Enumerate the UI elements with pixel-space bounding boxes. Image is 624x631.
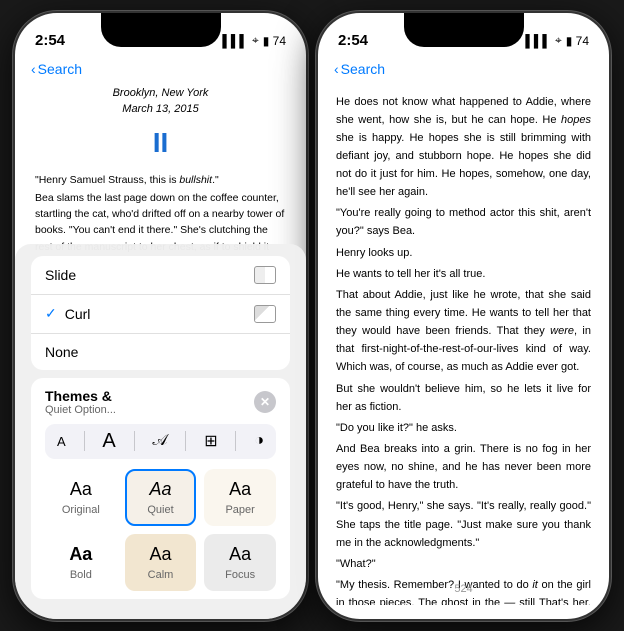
chevron-left-icon-right: ‹ <box>334 61 339 77</box>
wifi-icon-right: ⌖ <box>555 33 562 48</box>
font-size-row: A A 𝒜 ⊞ ◑ <box>45 424 276 459</box>
theme-focus-label: Focus <box>225 569 255 581</box>
status-icons-right: ▌▌▌ ⌖ ▮ 74 <box>525 33 589 48</box>
theme-bold-sample: Aa <box>69 544 92 565</box>
small-a-label[interactable]: A <box>57 434 66 449</box>
themes-header: Themes & Quiet Option... ✕ <box>45 388 276 416</box>
time-left: 2:54 <box>35 32 65 49</box>
back-label-right: Search <box>341 61 385 77</box>
theme-paper-sample: Aa <box>229 479 251 500</box>
checkmark-icon: ✓ <box>45 305 57 322</box>
back-button-left[interactable]: ‹ Search <box>31 61 82 77</box>
animation-options: Slide ✓ Curl None <box>31 256 290 370</box>
notch <box>101 13 221 47</box>
theme-paper[interactable]: Aa Paper <box>204 469 276 526</box>
divider-1 <box>84 431 85 451</box>
font-style-icon[interactable]: 𝒜 <box>152 432 167 450</box>
theme-original-label: Original <box>62 504 100 516</box>
left-phone-inner: 2:54 ▌▌▌ ⌖ ▮ 74 ‹ Search Brooklyn, New Y… <box>15 13 306 619</box>
theme-original[interactable]: Aa Original <box>45 469 117 526</box>
status-icons-left: ▌▌▌ ⌖ ▮ 74 <box>222 33 286 48</box>
theme-calm-label: Calm <box>148 569 174 581</box>
left-phone: 2:54 ▌▌▌ ⌖ ▮ 74 ‹ Search Brooklyn, New Y… <box>13 11 308 621</box>
close-button[interactable]: ✕ <box>254 391 276 413</box>
battery-icon-left: ▮ 74 <box>263 34 286 48</box>
book-chapter: II <box>35 122 286 164</box>
themes-subtitle: Quiet Option... <box>45 404 116 416</box>
slide-option[interactable]: Slide <box>31 256 290 295</box>
app-container: 2:54 ▌▌▌ ⌖ ▮ 74 ‹ Search Brooklyn, New Y… <box>13 11 611 621</box>
layout-icon[interactable]: ⊞ <box>204 431 217 451</box>
reading-content: He does not know what happened to Addie,… <box>318 85 609 605</box>
none-label: None <box>45 344 78 360</box>
book-location: Brooklyn, New York March 13, 2015 <box>35 85 286 118</box>
chevron-left-icon: ‹ <box>31 61 36 77</box>
none-option[interactable]: None <box>31 334 290 370</box>
theme-focus-sample: Aa <box>229 544 251 565</box>
divider-2 <box>134 431 135 451</box>
theme-calm[interactable]: Aa Calm <box>125 534 197 591</box>
theme-focus[interactable]: Aa Focus <box>204 534 276 591</box>
themes-section: Themes & Quiet Option... ✕ A A 𝒜 ⊞ <box>31 378 290 599</box>
theme-quiet-sample: Aa <box>149 479 171 500</box>
notch-right <box>404 13 524 47</box>
right-phone-inner: 2:54 ▌▌▌ ⌖ ▮ 74 ‹ Search He does not kno… <box>318 13 609 619</box>
divider-4 <box>235 431 236 451</box>
large-a-label[interactable]: A <box>102 430 115 453</box>
curl-option[interactable]: ✓ Curl <box>31 295 290 334</box>
theme-bold[interactable]: Aa Bold <box>45 534 117 591</box>
theme-quiet[interactable]: Aa Quiet <box>125 469 197 526</box>
theme-bold-label: Bold <box>70 569 92 581</box>
bottom-panel: Slide ✓ Curl None <box>15 244 306 619</box>
wifi-icon-left: ⌖ <box>252 33 259 48</box>
signal-icon-left: ▌▌▌ <box>222 34 248 48</box>
nav-bar-left: ‹ Search <box>15 57 306 85</box>
signal-icon-right: ▌▌▌ <box>525 34 551 48</box>
curl-icon <box>254 305 276 323</box>
theme-calm-sample: Aa <box>149 544 171 565</box>
theme-paper-label: Paper <box>225 504 254 516</box>
back-button-right[interactable]: ‹ Search <box>334 61 385 77</box>
theme-original-sample: Aa <box>70 479 92 500</box>
divider-3 <box>185 431 186 451</box>
slide-label: Slide <box>45 267 76 283</box>
page-number: 524 <box>454 583 472 595</box>
themes-title: Themes & <box>45 388 116 404</box>
theme-quiet-label: Quiet <box>147 504 173 516</box>
theme-cards: Aa Original Aa Quiet Aa Paper Aa <box>45 469 276 591</box>
curl-label: Curl <box>65 306 91 322</box>
back-label-left: Search <box>38 61 82 77</box>
time-right: 2:54 <box>338 32 368 49</box>
theme-toggle-icon[interactable]: ◑ <box>254 432 264 450</box>
battery-icon-right: ▮ 74 <box>566 34 589 48</box>
nav-bar-right: ‹ Search <box>318 57 609 85</box>
slide-icon <box>254 266 276 284</box>
right-phone: 2:54 ▌▌▌ ⌖ ▮ 74 ‹ Search He does not kno… <box>316 11 611 621</box>
